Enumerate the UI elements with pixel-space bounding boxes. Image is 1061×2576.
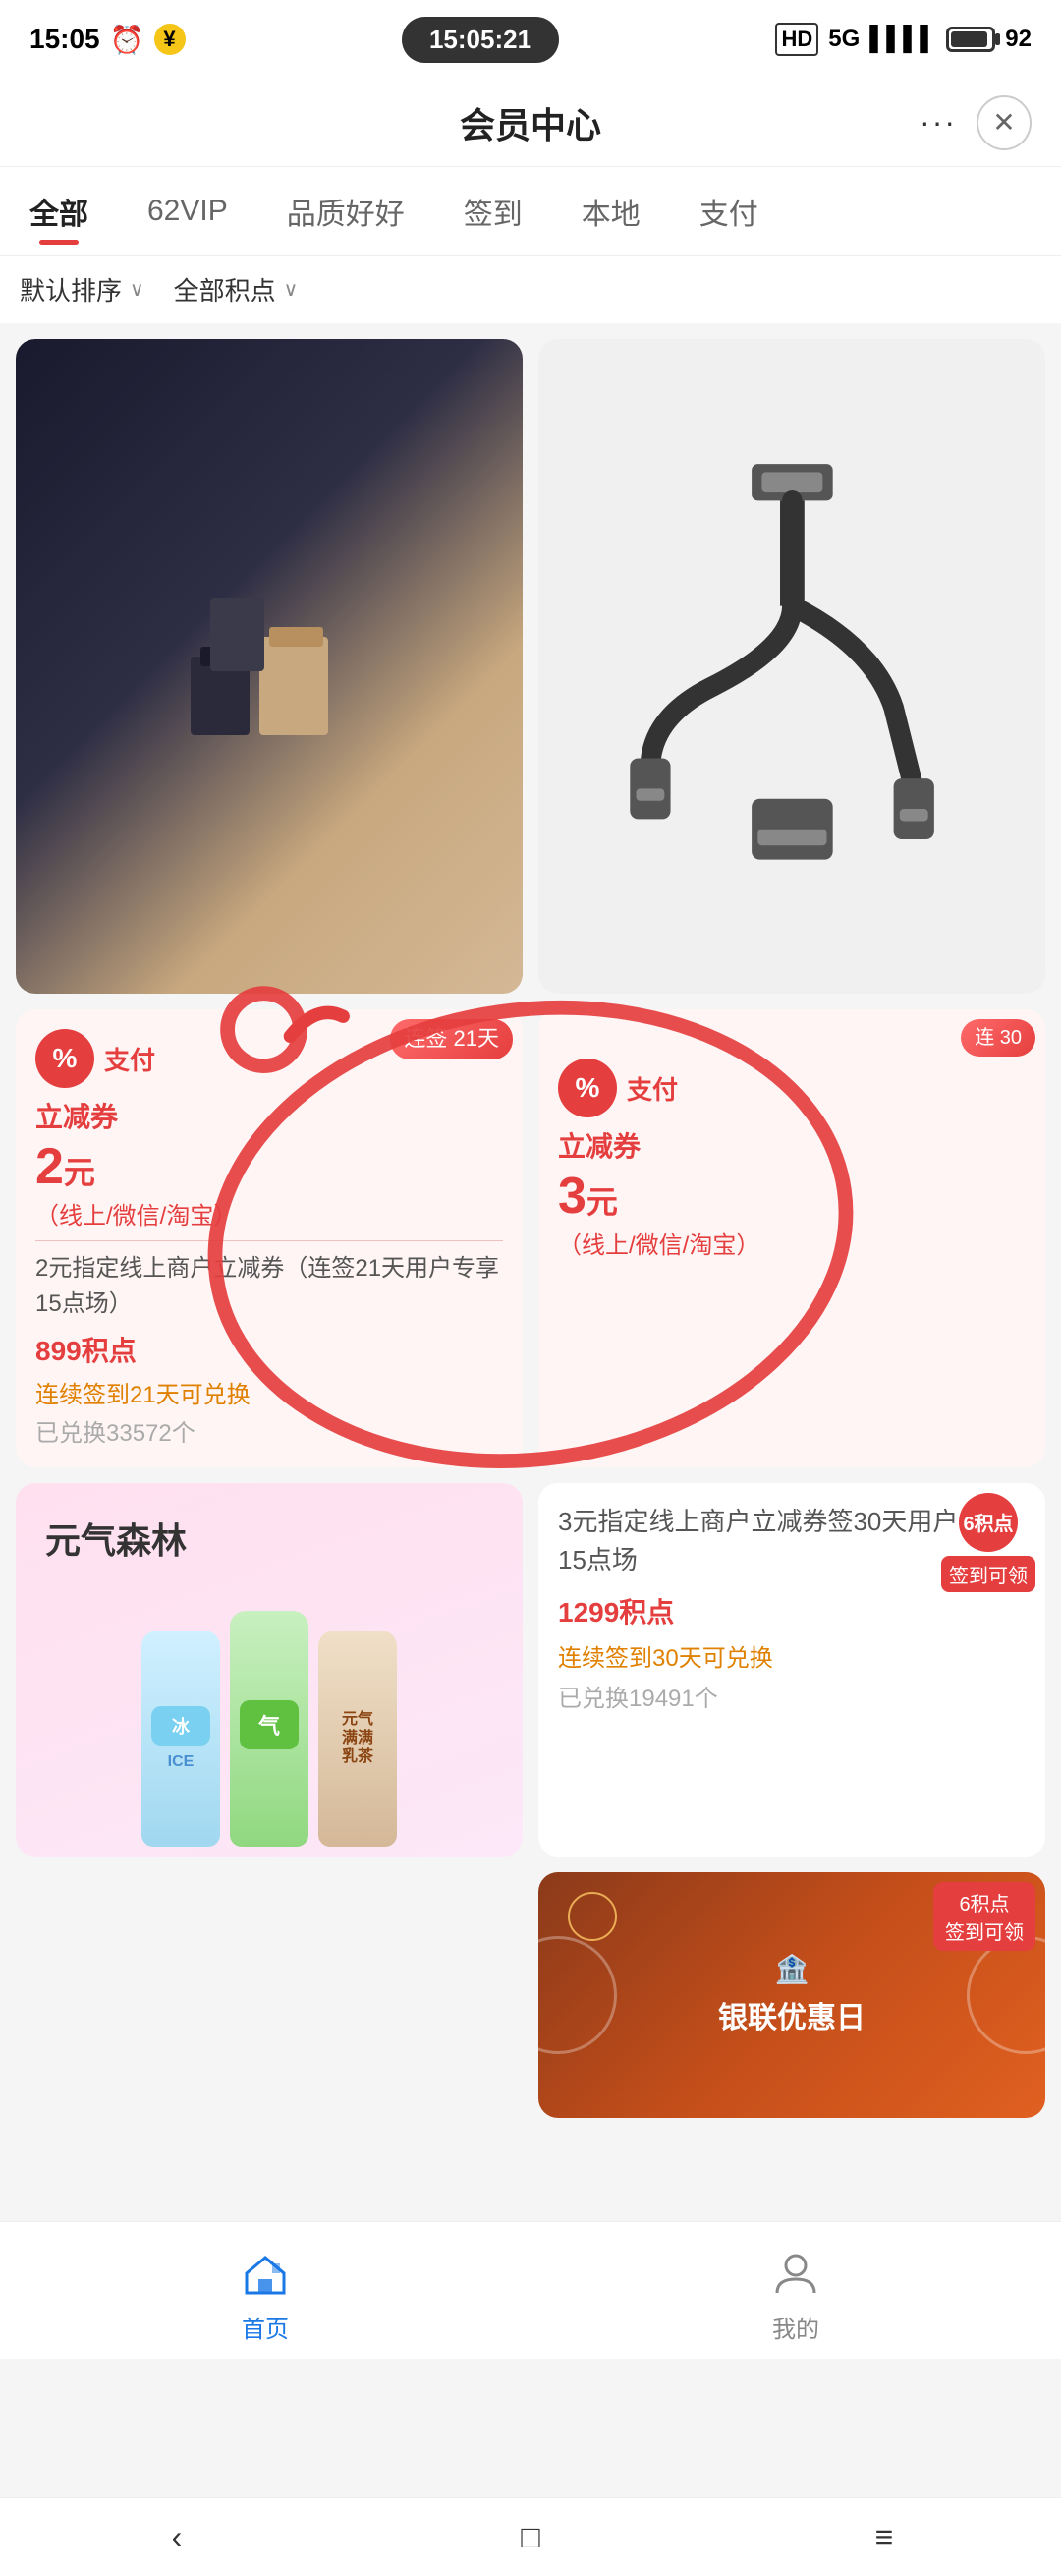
- coupon3-full-exchanged: 已兑换19491个: [558, 1679, 1026, 1713]
- nav-home-label: 首页: [242, 2310, 289, 2344]
- coupon2-icon: %: [35, 1029, 94, 1088]
- coupon2-exchanged: 已兑换33572个: [35, 1413, 503, 1448]
- xiaomi-image: [16, 339, 523, 994]
- coupon2-amount-text: 立减券: [35, 1096, 503, 1135]
- coupon2-amount: 2元: [35, 1139, 503, 1195]
- nav-home[interactable]: 首页: [0, 2237, 530, 2344]
- unionpay-points-badge: 6积点 签到可领: [933, 1882, 1035, 1951]
- back-button[interactable]: ‹: [138, 2497, 216, 2576]
- home-icon: [238, 2247, 293, 2302]
- alarm-icon: ⏰: [110, 24, 144, 56]
- points-arrow-icon: ∨: [284, 277, 299, 302]
- coupon3-icon: %: [558, 1059, 617, 1117]
- nav-mine[interactable]: 我的: [530, 2237, 1061, 2344]
- status-center-time: 15:05:21: [402, 17, 559, 63]
- coupon3-scope: （线上/微信/淘宝）: [558, 1226, 1026, 1260]
- status-time: 15:05: [29, 24, 100, 55]
- nav-mine-label: 我的: [772, 2310, 819, 2344]
- bottom-nav: 首页 我的: [0, 2221, 1061, 2359]
- page-title: 会员中心: [460, 97, 601, 148]
- coupon3-type: 支付: [627, 1070, 678, 1107]
- yuanqi-card[interactable]: 元气森林 冰 ICE 气 元气满满乳茶: [16, 1483, 523, 1857]
- menu-button[interactable]: ≡: [845, 2497, 923, 2576]
- signal-icon: 5G: [828, 26, 860, 53]
- tab-all[interactable]: 全部: [20, 180, 98, 243]
- coupon3-amount: 3元: [558, 1169, 1026, 1225]
- coupon2-type: 支付: [104, 1041, 155, 1077]
- streak-30-badge: 连 30: [961, 1019, 1035, 1057]
- tab-signin[interactable]: 签到: [454, 180, 532, 243]
- coupon-row: 连签 21天 % 支付 立减券 2元 （线上/微信/淘宝） 2元指定线上商户立减…: [0, 1009, 1061, 1466]
- hd-icon: HD: [775, 23, 818, 56]
- points-filter-label: 全部积点: [174, 271, 276, 308]
- battery-percent: 92: [1005, 26, 1032, 53]
- coupon3-amount-text: 立减券: [558, 1125, 1026, 1165]
- sort-filter-button[interactable]: 默认排序 ∨: [20, 271, 144, 308]
- status-bar: 15:05 ⏰ ¥ 15:05:21 HD 5G ▌▌▌▌ 92: [0, 0, 1061, 79]
- battery-icon: [946, 27, 995, 52]
- unionpay-logo-text: 🏦 银联优惠日: [718, 1953, 866, 2036]
- cable-image: [538, 339, 1045, 994]
- more-options-button[interactable]: ···: [920, 104, 957, 141]
- home-button[interactable]: □: [491, 2497, 570, 2576]
- streak-21-badge: 连签 21天: [390, 1019, 513, 1059]
- sort-arrow-icon: ∨: [130, 277, 144, 302]
- cable-card[interactable]: 1元购 62VIP专享优惠14.9元 三合一手机数据线充电线 黑色（1根） 63…: [538, 339, 1045, 994]
- tab-bar: 全部 62VIP 品质好好 签到 本地 支付: [0, 167, 1061, 256]
- coupon3-full-streak: 连续签到30天可兑换: [558, 1638, 1026, 1673]
- placeholder-left: [16, 1872, 523, 2118]
- xiaomi-card[interactable]: 小米手机立减券2000元券包,至高立减600元 999积点: [16, 339, 523, 994]
- status-left: 15:05 ⏰ ¥: [29, 24, 186, 56]
- points-filter-button[interactable]: 全部积点 ∨: [174, 271, 299, 308]
- system-nav: ‹ □ ≡: [0, 2497, 1061, 2576]
- filter-bar: 默认排序 ∨ 全部积点 ∨: [0, 256, 1061, 323]
- last-row: 🏦 银联优惠日 6积点 签到可领: [0, 1872, 1061, 2118]
- yuanqi-brand: 元气森林: [45, 1513, 187, 1564]
- yuan-icon: ¥: [154, 24, 186, 55]
- wifi-icon: ▌▌▌▌: [869, 26, 936, 53]
- unionpay-card[interactable]: 🏦 银联优惠日 6积点 签到可领: [538, 1872, 1045, 2118]
- coupon2-desc: 2元指定线上商户立减券（连签21天用户专享15点场）: [35, 1251, 503, 1322]
- coupon-2yuan-card[interactable]: 连签 21天 % 支付 立减券 2元 （线上/微信/淘宝） 2元指定线上商户立减…: [16, 1009, 523, 1466]
- tab-local[interactable]: 本地: [572, 180, 650, 243]
- coupon3-full-points: 1299积点: [558, 1591, 1026, 1631]
- sort-filter-label: 默认排序: [20, 271, 122, 308]
- header-actions[interactable]: ··· ✕: [920, 95, 1032, 150]
- tab-pay[interactable]: 支付: [690, 180, 768, 243]
- top-product-row: 小米手机立减券2000元券包,至高立减600元 999积点: [0, 339, 1061, 994]
- coupon2-scope: （线上/微信/淘宝）: [35, 1196, 503, 1231]
- coupon2-points: 899积点: [35, 1330, 503, 1369]
- tab-quality[interactable]: 品质好好: [277, 180, 415, 243]
- coupon3-info-card[interactable]: 6积点 签到可领 3元指定线上商户立减券签30天用户专享15点场 1299积点 …: [538, 1483, 1045, 1857]
- person-icon: [768, 2247, 823, 2302]
- signin-badge: 6积点 签到可领: [941, 1493, 1035, 1592]
- coupon3-header: % 支付: [558, 1059, 1026, 1117]
- tab-62vip[interactable]: 62VIP: [138, 185, 238, 238]
- page-header: 会员中心 ··· ✕: [0, 79, 1061, 167]
- status-right: HD 5G ▌▌▌▌ 92: [775, 23, 1032, 56]
- bottom-row: 元气森林 冰 ICE 气 元气满满乳茶: [0, 1483, 1061, 1857]
- close-button[interactable]: ✕: [977, 95, 1032, 150]
- coupon-3yuan-card[interactable]: 连 30 % 支付 立减券 3元 （线上/微信/淘宝）: [538, 1009, 1045, 1466]
- coupon2-streak: 连续签到21天可兑换: [35, 1375, 503, 1409]
- unionpay-content: 🏦 银联优惠日 6积点 签到可领: [538, 1872, 1045, 2118]
